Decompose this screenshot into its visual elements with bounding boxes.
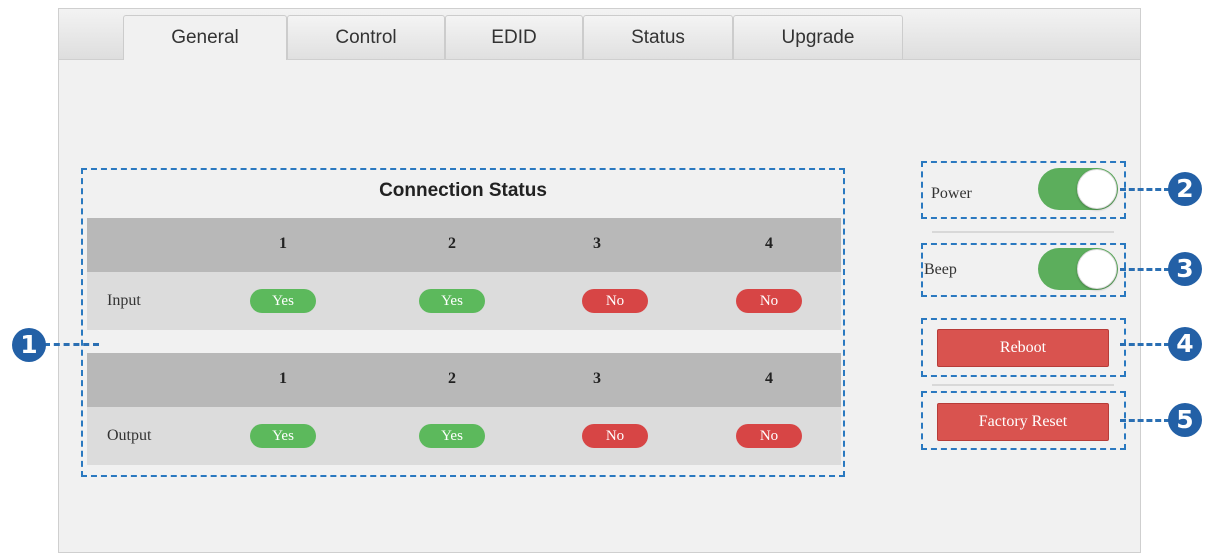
tab-upgrade[interactable]: Upgrade (733, 15, 903, 59)
beep-label: Beep (924, 261, 957, 278)
column-header: 1 (279, 370, 287, 387)
tab-edid[interactable]: EDID (445, 15, 583, 59)
input-header-row: 1 2 3 4 (87, 218, 841, 272)
column-header: 4 (765, 235, 773, 252)
reboot-button[interactable]: Reboot (937, 329, 1109, 367)
divider (932, 231, 1114, 233)
column-header: 4 (765, 370, 773, 387)
factory-reset-button[interactable]: Factory Reset (937, 403, 1109, 441)
tab-general[interactable]: General (123, 15, 287, 60)
column-header: 2 (448, 370, 456, 387)
output-status-badge: No (582, 424, 648, 448)
callout-connector (1120, 343, 1170, 346)
column-header: 1 (279, 235, 287, 252)
callout-connector (44, 343, 99, 346)
input-status-badge: No (736, 289, 802, 313)
output-header-row: 1 2 3 4 (87, 353, 841, 407)
callout-badge-3: 3 (1168, 252, 1202, 286)
tab-status[interactable]: Status (583, 15, 733, 59)
input-row: Input Yes Yes No No (87, 272, 841, 330)
connection-status-box: Connection Status 1 2 3 4 Input Yes Yes … (81, 168, 845, 477)
divider (932, 384, 1114, 386)
output-status-badge: No (736, 424, 802, 448)
power-toggle[interactable] (1038, 168, 1118, 210)
callout-connector (1120, 188, 1170, 191)
tab-bar: General Control EDID Status Upgrade (59, 9, 1140, 60)
input-label: Input (107, 292, 141, 309)
output-status-badge: Yes (419, 424, 485, 448)
input-status-badge: No (582, 289, 648, 313)
tab-control[interactable]: Control (287, 15, 445, 59)
power-label: Power (931, 185, 972, 202)
callout-connector (1120, 268, 1170, 271)
callout-badge-2: 2 (1168, 172, 1202, 206)
callout-badge-5: 5 (1168, 403, 1202, 437)
column-header: 2 (448, 235, 456, 252)
column-header: 3 (593, 235, 601, 252)
input-status-badge: Yes (250, 289, 316, 313)
toggle-knob (1077, 249, 1117, 289)
output-status-badge: Yes (250, 424, 316, 448)
column-header: 3 (593, 370, 601, 387)
callout-connector (1120, 419, 1170, 422)
callout-badge-4: 4 (1168, 327, 1202, 361)
output-label: Output (107, 427, 152, 444)
output-row: Output Yes Yes No No (87, 407, 841, 465)
toggle-knob (1077, 169, 1117, 209)
connection-status-title: Connection Status (379, 180, 547, 201)
beep-toggle[interactable] (1038, 248, 1118, 290)
callout-badge-1: 1 (12, 328, 46, 362)
input-status-badge: Yes (419, 289, 485, 313)
